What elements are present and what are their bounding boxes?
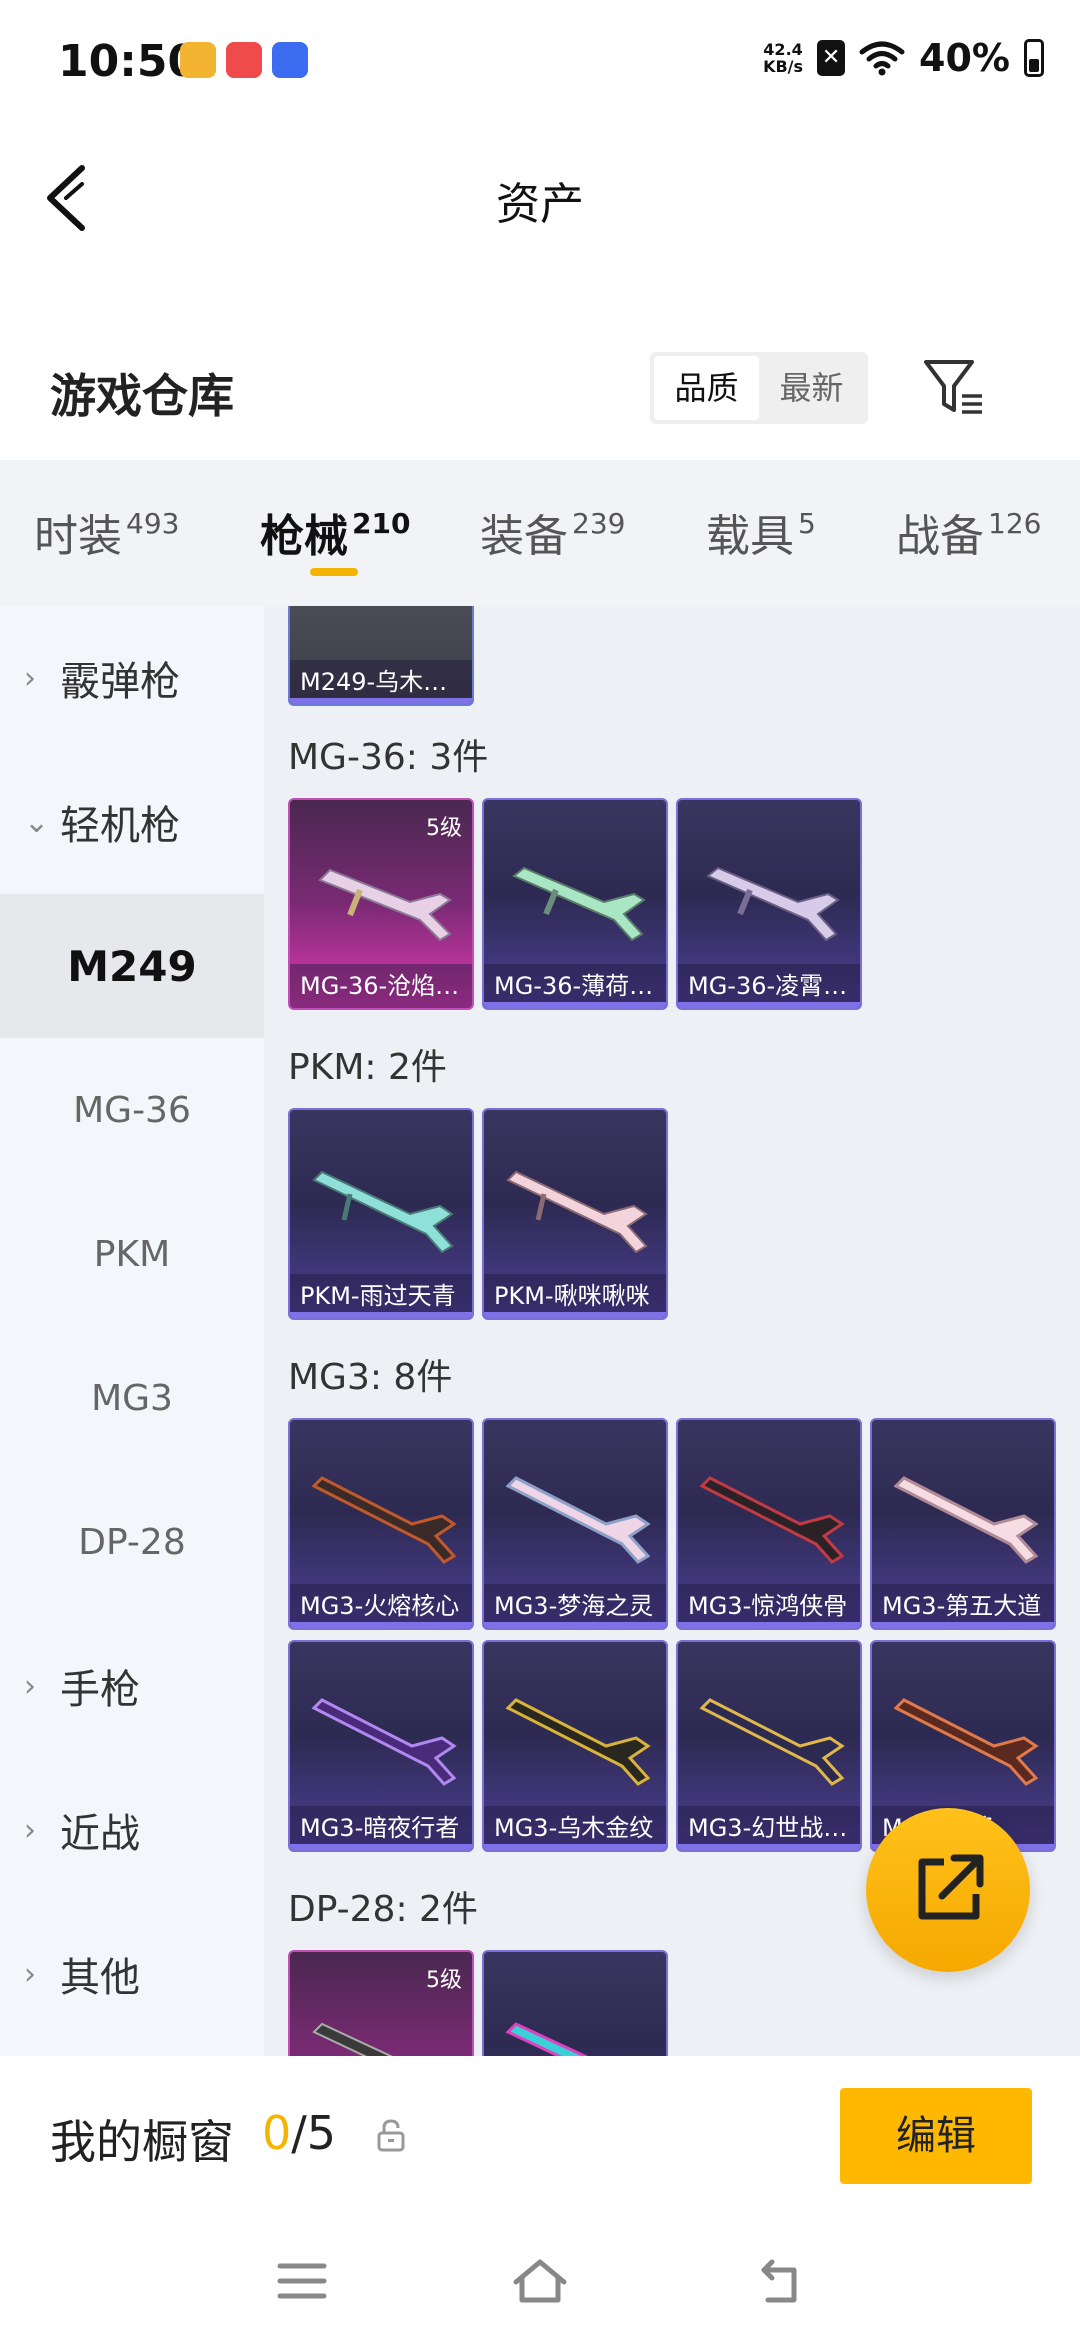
gun-image [699, 1476, 845, 1564]
weapon-card[interactable]: MG3-火熔核心 [288, 1418, 474, 1630]
chevron-right-icon: › [24, 1812, 36, 1848]
battery-percent: 40% [919, 36, 1010, 80]
gun-image [312, 1170, 454, 1254]
weapon-type-sidebar: › 霰弹枪 ⌄ 轻机枪 M249 MG-36 PKM MG3 DP-28 › 手… [0, 606, 264, 2056]
gun-image [706, 866, 840, 942]
weapon-card[interactable]: PKM-雨过天青 [288, 1108, 474, 1320]
sim-off-icon: ✕ [817, 40, 846, 76]
chevron-right-icon: › [24, 660, 36, 696]
weapon-card[interactable]: PKM-啾咪啾咪 [482, 1108, 668, 1320]
gun-image [505, 1476, 651, 1564]
filter-icon[interactable] [922, 356, 986, 420]
group-title-mg36: MG-36: 3件 [288, 737, 489, 778]
share-fab-button[interactable] [866, 1808, 1030, 1972]
weapon-card[interactable]: MG3-乌木金纹 [482, 1640, 668, 1852]
chevron-right-icon: › [24, 1956, 36, 1992]
home-icon[interactable] [510, 2256, 570, 2306]
sidebar-item-other[interactable]: › 其他 [0, 1902, 264, 2046]
gun-image [311, 1476, 457, 1564]
tab-vehicles[interactable]: 载具 5 [706, 500, 816, 564]
app-notification-icon [226, 42, 262, 78]
weapon-card[interactable]: MG3-第五大道 [870, 1418, 1056, 1630]
chevron-right-icon: › [24, 1668, 36, 1704]
active-tab-indicator [310, 568, 358, 576]
section-title: 游戏仓库 [50, 369, 234, 423]
showcase-count: 0/5 [262, 2106, 337, 2160]
status-time: 10:50 [58, 36, 199, 87]
gun-image [699, 1698, 845, 1786]
sort-toggle: 品质 最新 [650, 352, 868, 424]
sidebar-item-melee[interactable]: › 近战 [0, 1758, 264, 1902]
weapon-card[interactable]: MG-36-凌霄… [676, 798, 862, 1010]
weapon-card[interactable]: MG3-幻世战… [676, 1640, 862, 1852]
gun-image [512, 866, 646, 942]
sidebar-item-mg3[interactable]: MG3 [0, 1326, 264, 1470]
menu-icon[interactable] [272, 2256, 332, 2306]
weapon-card[interactable]: M249-乌木… [288, 606, 474, 706]
wifi-icon [859, 41, 905, 76]
status-right: 42.4 KB/s ✕ 40% [763, 36, 1044, 80]
tab-supplies[interactable]: 战备 126 [896, 500, 1041, 564]
sidebar-item-lmg[interactable]: ⌄ 轻机枪 [0, 750, 264, 894]
tab-fashion[interactable]: 时装 493 [34, 500, 179, 564]
sort-newest-button[interactable]: 最新 [759, 356, 864, 420]
gun-image [506, 1170, 648, 1254]
sidebar-item-pistol[interactable]: › 手枪 [0, 1614, 264, 1758]
weapon-card[interactable]: 5级 MG-36-沧焰… [288, 798, 474, 1010]
tab-firearms[interactable]: 枪械 210 [260, 500, 410, 564]
page-title: 资产 [496, 179, 584, 230]
gun-image [505, 1698, 651, 1786]
weapon-card[interactable]: MG3-暗夜行者 [288, 1640, 474, 1852]
weapon-card[interactable]: MG3-惊鸿侠骨 [676, 1418, 862, 1630]
edit-button[interactable]: 编辑 [840, 2088, 1032, 2184]
net-speed: 42.4 KB/s [763, 40, 804, 76]
chevron-down-icon: ⌄ [24, 804, 50, 840]
gun-image [311, 1698, 457, 1786]
sidebar-item-dp28[interactable]: DP-28 [0, 1470, 264, 1614]
sidebar-item-m249[interactable]: M249 [0, 894, 264, 1038]
gun-image [312, 2022, 393, 2056]
weapon-card[interactable]: MG3-梦海之灵 [482, 1418, 668, 1630]
sidebar-item-mg36[interactable]: MG-36 [0, 1038, 264, 1182]
sort-quality-button[interactable]: 品质 [654, 356, 759, 420]
group-title-mg3: MG3: 8件 [288, 1357, 453, 1398]
group-title-pkm: PKM: 2件 [288, 1047, 447, 1088]
share-icon [918, 1854, 984, 1920]
sidebar-item-pkm[interactable]: PKM [0, 1182, 264, 1326]
showcase-label: 我的橱窗 [50, 2115, 234, 2169]
sidebar-item-shotgun[interactable]: › 霰弹枪 [0, 606, 264, 750]
group-title-dp28: DP-28: 2件 [288, 1889, 478, 1930]
gun-image [318, 868, 452, 942]
tab-equipment[interactable]: 装备 239 [480, 500, 625, 564]
weapon-card[interactable]: MG-36-薄荷… [482, 798, 668, 1010]
status-bar: 10:50 42.4 KB/s ✕ 40% [0, 0, 1080, 120]
lock-icon [377, 2119, 405, 2152]
system-nav-bar [0, 2214, 1080, 2344]
category-tabs: 时装 493 枪械 210 装备 239 载具 5 战备 126 [0, 460, 1080, 606]
gun-image [893, 1476, 1039, 1564]
gun-image [893, 1698, 1039, 1786]
weapon-card[interactable] [482, 1950, 668, 2056]
weapon-card[interactable]: 5级 [288, 1950, 474, 2056]
app-notification-icon [272, 42, 308, 78]
back-icon[interactable] [750, 2256, 810, 2306]
notification-icons [180, 42, 308, 78]
app-notification-icon [180, 42, 216, 78]
showcase-bar: 我的橱窗 0/5 编辑 [0, 2056, 1080, 2214]
battery-icon [1024, 39, 1044, 77]
gun-image [505, 2022, 589, 2056]
